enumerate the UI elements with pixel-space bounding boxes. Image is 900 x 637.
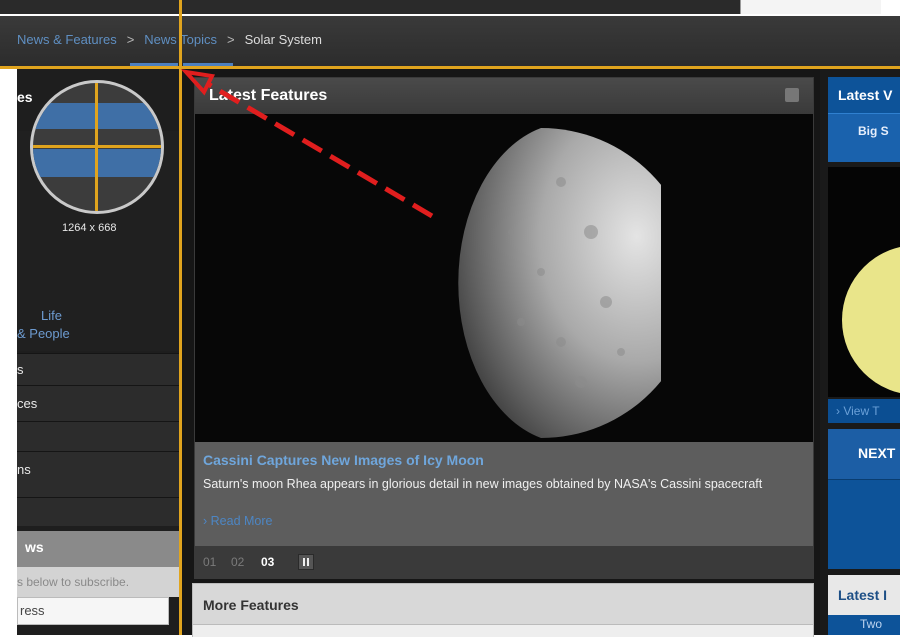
- more-features-panel: More Features: [192, 583, 814, 637]
- latest-videos-heading-label: Latest V: [838, 87, 893, 103]
- rss-icon[interactable]: [785, 88, 799, 102]
- feature-caption: Cassini Captures New Images of Icy Moon …: [195, 442, 813, 546]
- news-heading-label: ws: [25, 539, 44, 555]
- sidebar-title: es: [17, 89, 33, 105]
- pager-item-active[interactable]: 03: [261, 555, 274, 569]
- sidebar-menu-item[interactable]: ces: [17, 385, 179, 422]
- read-more-link[interactable]: › Read More: [203, 514, 272, 528]
- next-button-label: NEXT: [858, 445, 896, 461]
- next-button[interactable]: NEXT: [828, 429, 900, 480]
- sidebar-link-life[interactable]: Life: [41, 307, 70, 325]
- sidebar-menu-label: ns: [17, 462, 31, 477]
- latest-images-heading-label: Latest I: [838, 587, 888, 603]
- sidebar-link-people[interactable]: & People: [17, 325, 70, 343]
- big-sun-button[interactable]: Big S: [828, 113, 900, 162]
- subscribe-hint-text: s below to subscribe.: [17, 575, 130, 589]
- next-panel: NEXT: [828, 429, 900, 569]
- breadcrumb-separator: >: [227, 32, 235, 47]
- right-sidebar: Latest V Big S › View T NEXT Latest I Tw…: [820, 69, 900, 635]
- horizontal-guide-line[interactable]: [0, 66, 900, 69]
- feature-pager: 01 02 03: [195, 546, 813, 578]
- vertical-guide-line[interactable]: [179, 0, 182, 635]
- view-link-label: › View T: [836, 404, 880, 418]
- more-features-content: [193, 624, 813, 637]
- two-item-link[interactable]: Two: [828, 615, 900, 635]
- sidebar-menu-item[interactable]: [17, 497, 179, 526]
- sidebar-menu-item[interactable]: s: [17, 353, 179, 386]
- latest-videos-heading: Latest V: [828, 77, 900, 113]
- moon-rhea-image: [458, 128, 661, 438]
- magnifier-loupe: [30, 80, 164, 214]
- top-strip: [0, 0, 900, 16]
- sidebar-menu-item[interactable]: [17, 421, 179, 452]
- breadcrumb-bar: News & Features > News Topics > Solar System: [0, 16, 900, 66]
- pager-item[interactable]: 01: [203, 555, 216, 569]
- sun-image: [842, 245, 900, 395]
- breadcrumb-current: Solar System: [244, 32, 322, 47]
- sidebar-links: Life & People: [17, 307, 70, 343]
- more-features-title: More Features: [203, 597, 299, 613]
- big-sun-button-label: Big S: [858, 124, 889, 138]
- sidebar-menu-label: s: [17, 362, 24, 377]
- breadcrumb: News & Features > News Topics > Solar System: [17, 32, 322, 47]
- main-content: Latest Features Cassini Captures New Ima…: [182, 69, 820, 637]
- sun-thumbnail[interactable]: [828, 167, 900, 397]
- breadcrumb-news-features[interactable]: News & Features: [17, 32, 117, 47]
- latest-features-panel: Latest Features Cassini Captures New Ima…: [194, 77, 814, 579]
- news-heading: ws: [17, 531, 179, 567]
- email-address-field[interactable]: ress: [17, 597, 169, 625]
- search-box[interactable]: [740, 0, 881, 14]
- email-address-placeholder: ress: [20, 603, 45, 618]
- latest-images-heading: Latest I: [828, 575, 900, 615]
- breadcrumb-separator: >: [126, 32, 135, 47]
- two-item-label: Two: [860, 617, 883, 631]
- view-link[interactable]: › View T: [828, 399, 900, 423]
- top-nav-bar: [0, 0, 740, 14]
- pager-item[interactable]: 02: [231, 555, 244, 569]
- sidebar-menu-label: ces: [17, 396, 38, 411]
- feature-description: Saturn's moon Rhea appears in glorious d…: [203, 477, 763, 491]
- subscribe-hint: s below to subscribe.: [17, 567, 179, 597]
- feature-image[interactable]: [195, 114, 813, 442]
- latest-features-header: Latest Features: [195, 78, 813, 114]
- feature-headline-link[interactable]: Cassini Captures New Images of Icy Moon: [203, 452, 484, 468]
- latest-features-title: Latest Features: [209, 87, 328, 104]
- magnifier-dimensions-label: 1264 x 668: [62, 222, 117, 234]
- sidebar-menu-item[interactable]: ns: [17, 451, 179, 498]
- pause-icon[interactable]: [298, 554, 314, 570]
- magnifier-crosshair-vertical: [95, 83, 98, 211]
